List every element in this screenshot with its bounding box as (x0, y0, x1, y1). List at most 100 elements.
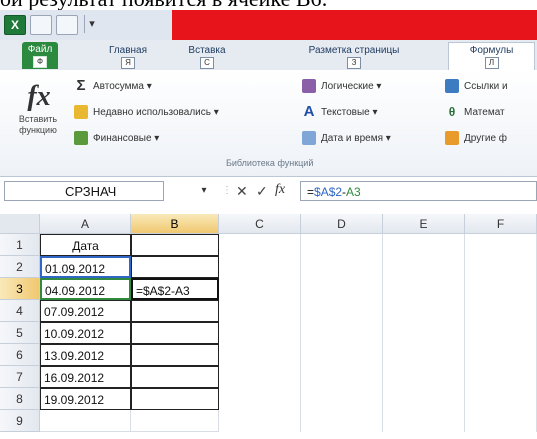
column-header-c[interactable]: C (219, 214, 301, 234)
tab-insert[interactable]: Вставка С (182, 43, 232, 69)
excel-app-icon[interactable]: X (4, 15, 26, 35)
cell-b5[interactable] (131, 322, 219, 344)
redacted-title-bar (172, 10, 537, 40)
cell-b2[interactable] (131, 256, 219, 278)
row-header-5[interactable]: 5 (0, 322, 40, 344)
row-header-8[interactable]: 8 (0, 388, 40, 410)
insert-function-label: Вставить функцию (18, 114, 58, 135)
math-button[interactable]: θ Математ (445, 104, 505, 122)
row-header-1[interactable]: 1 (0, 234, 40, 256)
recent-star-icon (74, 105, 88, 120)
cell-b8[interactable] (131, 388, 219, 410)
cell-b4[interactable] (131, 300, 219, 322)
logical-icon (302, 79, 316, 94)
cancel-entry-button[interactable]: ✕ (236, 182, 248, 200)
logical-label: Логические ▾ (321, 81, 382, 92)
column-f-cells[interactable] (465, 234, 537, 432)
tab-home[interactable]: Главная Я (106, 43, 150, 69)
more-functions-button[interactable]: Другие ф (445, 130, 507, 148)
select-all-corner[interactable] (0, 214, 40, 234)
cell-a4[interactable]: 07.09.2012 (40, 300, 131, 322)
row-header-2[interactable]: 2 (0, 256, 40, 278)
tab-file[interactable]: Файл Ф (22, 42, 58, 69)
logical-button[interactable]: Логические ▾ (302, 78, 381, 96)
column-header-a[interactable]: A (40, 214, 131, 234)
financial-button[interactable]: Финансовые ▾ (74, 130, 159, 148)
tab-file-label: Файл (27, 44, 53, 55)
ribbon-tabs: Файл Ф Главная Я Вставка С Разметка стра… (0, 40, 537, 71)
formula-ref-absolute: $A$2 (314, 185, 343, 199)
cell-a9[interactable] (40, 410, 131, 432)
sigma-icon: Σ (76, 77, 86, 95)
lookup-link-icon (445, 79, 459, 94)
cell-a7[interactable]: 16.09.2012 (40, 366, 131, 388)
name-box-dropdown-icon[interactable]: ▾ (198, 182, 210, 200)
financial-book-icon (74, 131, 88, 146)
text-a-icon: A (303, 103, 315, 121)
formula-bar-grip-icon: ⋮ (222, 185, 232, 196)
cell-a3[interactable]: 04.09.2012 (40, 278, 131, 300)
tab-insert-label: Вставка (188, 45, 226, 56)
row-header-4[interactable]: 4 (0, 300, 40, 322)
insert-function-fx-icon[interactable]: fx (275, 181, 285, 199)
column-header-f[interactable]: F (465, 214, 537, 234)
undo-icon[interactable] (56, 15, 78, 35)
tab-page-layout-keytip: З (347, 57, 361, 69)
text-label: Текстовые ▾ (321, 107, 378, 118)
cell-a1[interactable]: Дата (40, 234, 131, 256)
math-icon: θ (448, 105, 456, 120)
tab-formulas-keytip: Л (484, 57, 499, 69)
lookup-label: Ссылки и (464, 81, 508, 92)
fx-icon: fx (27, 81, 51, 112)
date-time-label: Дата и время ▾ (321, 133, 391, 144)
formula-prefix: = (307, 185, 315, 199)
function-library-group-label: Библиотека функций (226, 158, 314, 168)
cell-a2[interactable]: 01.09.2012 (40, 256, 131, 278)
save-icon[interactable] (30, 15, 52, 35)
column-d-cells[interactable] (301, 234, 383, 432)
tab-page-layout[interactable]: Разметка страницы З (284, 43, 424, 69)
financial-label: Финансовые ▾ (93, 133, 160, 144)
cell-b7[interactable] (131, 366, 219, 388)
tab-insert-keytip: С (200, 57, 214, 69)
recently-used-button[interactable]: Недавно использовались ▾ (74, 104, 219, 122)
column-header-b[interactable]: B (131, 214, 219, 234)
insert-function-button[interactable]: fx Вставить функцию (14, 80, 64, 164)
cell-b3-editing[interactable]: =$A$2-A3 (131, 278, 219, 300)
tab-file-keytip: Ф (33, 56, 47, 68)
cell-b1[interactable] (131, 234, 219, 256)
formula-ref-relative: A3 (346, 185, 361, 199)
cell-a8[interactable]: 19.09.2012 (40, 388, 131, 410)
column-header-d[interactable]: D (301, 214, 383, 234)
tab-home-label: Главная (108, 45, 148, 56)
tab-formulas-label: Формулы (469, 45, 514, 56)
confirm-entry-button[interactable]: ✓ (256, 182, 268, 200)
name-box[interactable]: СРЗНАЧ (4, 181, 164, 201)
lookup-button[interactable]: Ссылки и (445, 78, 508, 96)
cell-b6[interactable] (131, 344, 219, 366)
quick-access-toolbar: X ▾ (0, 10, 537, 41)
tab-home-keytip: Я (121, 57, 135, 69)
customize-toolbar-dropdown[interactable]: ▾ (84, 15, 99, 33)
column-c-cells[interactable] (219, 234, 301, 432)
tab-formulas[interactable]: Формулы Л (448, 42, 535, 71)
date-time-button[interactable]: Дата и время ▾ (302, 130, 391, 148)
cell-a5[interactable]: 10.09.2012 (40, 322, 131, 344)
row-header-6[interactable]: 6 (0, 344, 40, 366)
row-header-9[interactable]: 9 (0, 410, 40, 432)
calendar-icon (302, 131, 316, 146)
autosum-label: Автосумма ▾ (93, 81, 152, 92)
row-header-7[interactable]: 7 (0, 366, 40, 388)
autosum-button[interactable]: Σ Автосумма ▾ (74, 77, 152, 96)
formula-bar: СРЗНАЧ ▾ ⋮ ✕ ✓ fx =$A$2-A3 (0, 177, 537, 206)
tab-page-layout-label: Разметка страницы (308, 45, 400, 56)
cell-b9[interactable] (131, 410, 219, 432)
text-button[interactable]: A Текстовые ▾ (302, 103, 378, 122)
row-header-3[interactable]: 3 (0, 278, 40, 300)
column-e-cells[interactable] (383, 234, 465, 432)
formula-input[interactable]: =$A$2-A3 (300, 181, 537, 201)
more-functions-label: Другие ф (464, 133, 508, 144)
column-header-e[interactable]: E (383, 214, 465, 234)
cell-a6[interactable]: 13.09.2012 (40, 344, 131, 366)
worksheet-grid: A B C D E F 1 2 3 4 5 6 7 8 9 Дата 01.09… (0, 205, 537, 439)
